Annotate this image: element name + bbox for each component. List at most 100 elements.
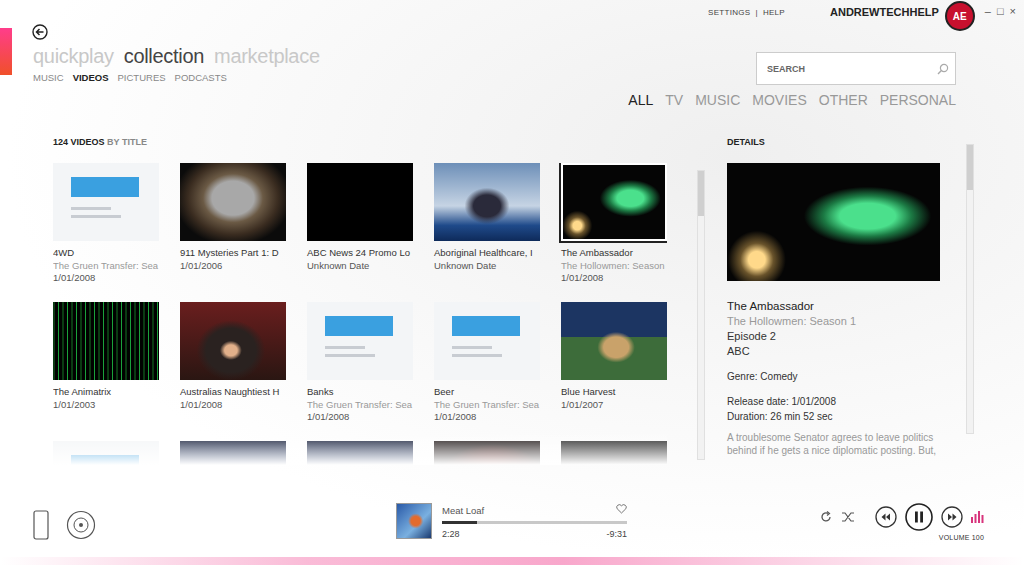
pivot-item[interactable]: quickplay xyxy=(33,45,114,67)
nav-row: quickplay collection marketplace MUSIC VIDE… xyxy=(0,45,1024,85)
album-art[interactable] xyxy=(396,503,432,539)
next-icon[interactable] xyxy=(941,506,963,528)
subnav-item[interactable]: PODCASTS xyxy=(175,72,227,83)
video-tile[interactable]: 4WDThe Gruen Transfer: Sea1/01/2008 xyxy=(53,163,159,302)
video-tile[interactable]: ABC News 24 Promo LoUnknown Date xyxy=(307,163,413,302)
video-caption: BanksThe Gruen Transfer: Sea1/01/2008 xyxy=(307,386,413,424)
track-artist[interactable]: Meat Loaf xyxy=(442,505,484,516)
video-date: 1/01/2008 xyxy=(434,411,540,424)
subnav-item[interactable]: PICTURES xyxy=(118,72,166,83)
track-row: Meat Loaf xyxy=(442,504,627,516)
video-thumbnail[interactable] xyxy=(434,302,540,380)
details-scrollbar[interactable] xyxy=(966,144,974,434)
video-picture xyxy=(53,163,159,241)
zune-window: SETTINGS | HELP ANDREWTECHHELP AE –□ × quic… xyxy=(0,0,1024,565)
video-tile[interactable]: Australias Naughtiest H1/01/2008 xyxy=(180,302,286,441)
header-link[interactable]: SETTINGS xyxy=(708,8,750,17)
video-tile[interactable]: 911 Mysteries Part 1: D1/01/2006 xyxy=(180,163,286,302)
minimize-button[interactable]: – xyxy=(985,5,991,17)
previous-icon[interactable] xyxy=(875,506,897,528)
video-title[interactable]: Beer xyxy=(434,386,540,399)
progress-track[interactable] xyxy=(442,521,627,524)
sort-label[interactable]: BY TITLE xyxy=(107,137,147,147)
repeat-icon[interactable] xyxy=(819,510,833,524)
video-title[interactable]: 911 Mysteries Part 1: D xyxy=(180,247,286,260)
video-thumbnail[interactable] xyxy=(561,302,667,380)
video-date: Unknown Date xyxy=(434,260,540,273)
video-title[interactable]: Australias Naughtiest H xyxy=(180,386,286,399)
search-box[interactable] xyxy=(756,52,956,85)
scroll-thumb[interactable] xyxy=(698,171,704,216)
volume-icon[interactable] xyxy=(971,511,984,523)
user-name[interactable]: ANDREWTECHHELP xyxy=(830,6,939,18)
player-bar: Meat Loaf 2:28 -9:31 VOLUME 100 xyxy=(0,490,1024,565)
heart-icon[interactable] xyxy=(616,504,627,516)
remaining-time: -9:31 xyxy=(606,529,627,539)
filter-item[interactable]: MUSIC xyxy=(695,92,740,108)
video-picture xyxy=(307,302,413,380)
elapsed-time: 2:28 xyxy=(442,529,460,539)
video-caption: BeerThe Gruen Transfer: Sea1/01/2008 xyxy=(434,386,540,424)
device-icon[interactable] xyxy=(33,510,49,540)
back-arrow-icon[interactable] xyxy=(32,24,48,40)
fade-overlay xyxy=(53,431,667,465)
video-date: 1/01/2008 xyxy=(307,411,413,424)
list-scrollbar[interactable] xyxy=(697,170,705,460)
video-tile[interactable]: Aboriginal Healthcare, IUnknown Date xyxy=(434,163,540,302)
filter-item[interactable]: ALL xyxy=(628,92,653,108)
video-thumbnail[interactable] xyxy=(53,302,159,380)
video-picture xyxy=(53,302,159,380)
video-thumbnail[interactable] xyxy=(434,163,540,241)
maximize-button[interactable]: □ xyxy=(997,5,1004,17)
video-thumbnail[interactable] xyxy=(180,163,286,241)
video-date: 1/01/2008 xyxy=(561,272,667,285)
video-date: 1/01/2007 xyxy=(561,399,667,412)
video-picture xyxy=(563,165,665,239)
nav-block: quickplay collection marketplace MUSIC VIDE… xyxy=(33,45,320,85)
video-tile[interactable]: The AmbassadorThe Hollowmen: Season1/01/… xyxy=(561,163,667,302)
video-title[interactable]: The Ambassador xyxy=(561,247,667,260)
list-body: 4WDThe Gruen Transfer: Sea1/01/2008911 M… xyxy=(53,163,705,465)
link-separator: | xyxy=(756,8,758,17)
header-link[interactable]: HELP xyxy=(763,8,785,17)
video-thumbnail[interactable] xyxy=(561,163,667,241)
play-pause-icon[interactable] xyxy=(905,503,933,531)
shuffle-icon[interactable] xyxy=(841,510,855,524)
video-title[interactable]: The Animatrix xyxy=(53,386,159,399)
filter-item[interactable]: OTHER xyxy=(819,92,868,108)
video-tile[interactable]: Blue Harvest1/01/2007 xyxy=(561,302,667,441)
video-date: 1/01/2008 xyxy=(53,272,159,285)
search-icon[interactable] xyxy=(937,63,949,75)
video-thumbnail[interactable] xyxy=(53,163,159,241)
video-caption: Aboriginal Healthcare, IUnknown Date xyxy=(434,247,540,272)
video-title[interactable]: Aboriginal Healthcare, I xyxy=(434,247,540,260)
video-tile[interactable]: The Animatrix1/01/2003 xyxy=(53,302,159,441)
search-input[interactable] xyxy=(767,64,937,74)
subnav-item[interactable]: VIDEOS xyxy=(73,72,109,83)
disc-icon[interactable] xyxy=(66,510,96,540)
video-tile[interactable]: BeerThe Gruen Transfer: Sea1/01/2008 xyxy=(434,302,540,441)
video-title[interactable]: Blue Harvest xyxy=(561,386,667,399)
video-thumbnail[interactable] xyxy=(180,302,286,380)
video-thumbnail[interactable] xyxy=(307,302,413,380)
scroll-thumb[interactable] xyxy=(967,145,973,190)
filter-item[interactable]: TV xyxy=(665,92,683,108)
video-title[interactable]: Banks xyxy=(307,386,413,399)
close-button[interactable]: × xyxy=(1010,5,1016,17)
header-links: SETTINGS | HELP xyxy=(708,8,785,17)
subnav-item[interactable]: MUSIC xyxy=(33,72,64,83)
grid-viewport: 4WDThe Gruen Transfer: Sea1/01/2008911 M… xyxy=(53,163,667,465)
video-title[interactable]: 4WD xyxy=(53,247,159,260)
sub-menu: MUSIC VIDEOS PICTURES PODCASTS xyxy=(33,72,320,83)
transport: VOLUME 100 xyxy=(819,504,1024,541)
filter-item[interactable]: MOVIES xyxy=(752,92,806,108)
video-title[interactable]: ABC News 24 Promo Lo xyxy=(307,247,413,260)
details-episode: Episode 2 xyxy=(727,329,940,344)
filter-item[interactable]: PERSONAL xyxy=(880,92,956,108)
pivot-item[interactable]: collection xyxy=(124,45,204,67)
video-thumbnail[interactable] xyxy=(307,163,413,241)
user-avatar[interactable]: AE xyxy=(945,1,975,31)
pivot-item[interactable]: marketplace xyxy=(214,45,320,67)
video-tile[interactable]: BanksThe Gruen Transfer: Sea1/01/2008 xyxy=(307,302,413,441)
video-series: The Gruen Transfer: Sea xyxy=(53,260,159,273)
